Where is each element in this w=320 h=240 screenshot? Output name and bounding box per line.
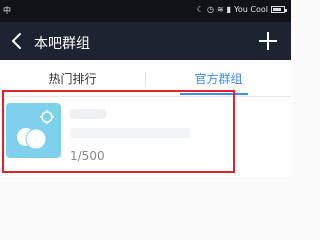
clock-icon: ◷ — [206, 5, 214, 14]
carrier-label: 中 — [3, 6, 11, 15]
status-bar: 中 ☾ ◷ ≋ ▮ You Cool — [0, 0, 291, 22]
highlight-box — [2, 90, 235, 173]
tab-label: 热门排行 — [48, 71, 97, 86]
moon-icon: ☾ — [196, 5, 204, 14]
tab-label: 官方群组 — [194, 71, 243, 86]
battery-icon — [271, 6, 287, 13]
wifi-icon: ≋ — [216, 5, 224, 14]
status-icons: ☾ ◷ ≋ ▮ You Cool — [196, 5, 287, 14]
add-icon[interactable] — [257, 30, 279, 52]
nav-bar: 本吧群组 — [0, 22, 291, 60]
signal-icon: ▮ — [226, 5, 232, 14]
page-title: 本吧群组 — [34, 36, 90, 52]
status-time: You Cool — [234, 5, 268, 14]
back-icon[interactable] — [8, 30, 26, 52]
